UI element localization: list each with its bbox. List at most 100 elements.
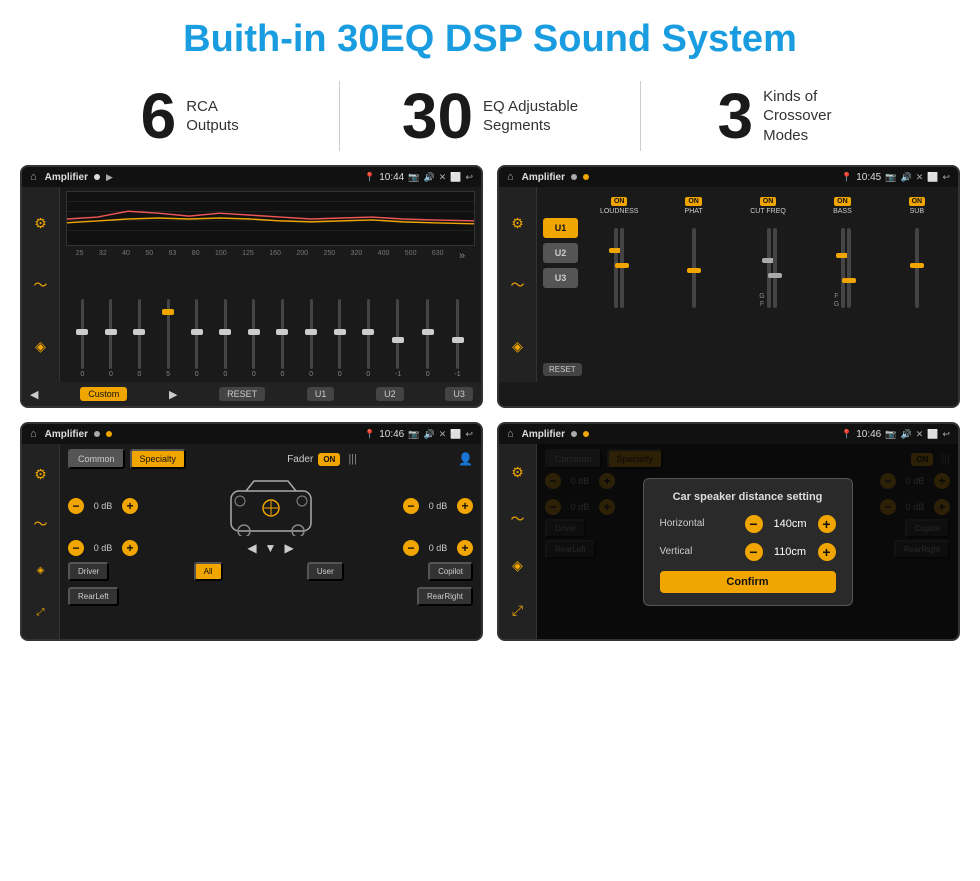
btn-rearright[interactable]: RearRight (417, 587, 473, 606)
user-icon[interactable]: 👤 (458, 452, 473, 466)
group-sub: ON SUB (882, 197, 952, 376)
vertical-minus[interactable]: − (745, 543, 763, 561)
slider-val-13: 0 (426, 371, 430, 378)
close-icon-2: ✕ (916, 172, 924, 183)
rl-plus[interactable]: + (122, 540, 138, 556)
freq-500: 500 (405, 250, 417, 262)
prev-icon[interactable]: ◀ (30, 388, 38, 401)
eq-slider-6[interactable]: 0 (223, 288, 227, 378)
dist-wave-icon[interactable]: 〜 (511, 509, 525, 529)
eq-slider-8[interactable]: 0 (281, 288, 285, 378)
slider-cutfreq-2[interactable] (773, 228, 777, 308)
btn-u3[interactable]: U3 (445, 387, 473, 401)
slider-loudness-2[interactable] (620, 228, 624, 308)
volume-icon-2: 🔊 (900, 172, 911, 183)
home-icon-3[interactable]: ⌂ (30, 428, 37, 440)
eq-slider-1[interactable]: 0 (80, 288, 84, 378)
btn-reset-cross[interactable]: RESET (543, 363, 582, 376)
rr-plus[interactable]: + (457, 540, 473, 556)
confirm-button[interactable]: Confirm (660, 571, 836, 593)
fl-plus[interactable]: + (122, 498, 138, 514)
group-phat: ON PHAT (658, 197, 728, 376)
eq-slider-5[interactable]: 0 (195, 288, 199, 378)
eq-slider-3[interactable]: 0 (138, 288, 142, 378)
fr-minus[interactable]: − (403, 498, 419, 514)
btn-rearleft[interactable]: RearLeft (68, 587, 119, 606)
eq-slider-10[interactable]: 0 (338, 288, 342, 378)
cross-speaker-icon[interactable]: ◈ (512, 338, 523, 355)
btn-u2[interactable]: U2 (376, 387, 404, 401)
slider-bass-2[interactable] (847, 228, 851, 308)
status-dot-3a (94, 431, 100, 437)
fader-on-toggle[interactable]: ON (318, 453, 340, 466)
rr-minus[interactable]: − (403, 540, 419, 556)
slider-cutfreq-1[interactable] (767, 228, 771, 308)
rl-minus[interactable]: − (68, 540, 84, 556)
fr-val: 0 dB (423, 501, 453, 511)
home-icon-2[interactable]: ⌂ (507, 171, 514, 183)
home-icon-4[interactable]: ⌂ (507, 428, 514, 440)
modal-title: Car speaker distance setting (660, 491, 836, 503)
eq-slider-9[interactable]: 0 (309, 288, 313, 378)
fader-speaker-icon[interactable]: ◈ (37, 565, 45, 576)
btn-reset[interactable]: RESET (219, 387, 265, 401)
home-icon-1[interactable]: ⌂ (30, 171, 37, 183)
label-bass: BASS (833, 208, 852, 215)
expand-icon[interactable]: » (459, 250, 465, 262)
eq-slider-11[interactable]: 0 (366, 288, 370, 378)
horizontal-minus[interactable]: − (745, 515, 763, 533)
left-arrow[interactable]: ◀ (247, 541, 256, 555)
btn-u2-cross[interactable]: U2 (543, 243, 578, 263)
on-bass: ON (834, 197, 851, 206)
dist-speaker-icon[interactable]: ◈ (512, 557, 523, 574)
fl-minus[interactable]: − (68, 498, 84, 514)
eq-speaker-icon[interactable]: ◈ (35, 338, 46, 355)
tab-specialty[interactable]: Specialty (130, 449, 187, 469)
channel-row-1: − 0 dB + (68, 476, 473, 536)
slider-sub[interactable] (915, 228, 919, 308)
horizontal-plus[interactable]: + (818, 515, 836, 533)
fader-wave-icon[interactable]: 〜 (34, 514, 48, 534)
dist-filter-icon[interactable]: ⚙ (511, 464, 524, 481)
eq-filter-icon[interactable]: ⚙ (34, 215, 47, 232)
slider-bass-1[interactable] (841, 228, 845, 308)
eq-slider-2[interactable]: 0 (109, 288, 113, 378)
gps-icon-1: 📍 (364, 172, 375, 183)
btn-u1-cross[interactable]: U1 (543, 218, 578, 238)
freq-320: 320 (351, 250, 363, 262)
fader-main: Common Specialty Fader ON ||| 👤 − 0 dB + (60, 444, 481, 639)
eq-slider-12[interactable]: -1 (395, 288, 401, 378)
btn-user[interactable]: User (307, 562, 344, 581)
cross-wave-icon[interactable]: 〜 (511, 275, 525, 295)
eq-slider-13[interactable]: 0 (426, 288, 430, 378)
fr-plus[interactable]: + (457, 498, 473, 514)
status-dot-2 (571, 174, 577, 180)
tab-common[interactable]: Common (68, 449, 125, 469)
right-arrow[interactable]: ▶ (284, 541, 293, 555)
status-bar-3: ⌂ Amplifier 📍 10:46 📷 🔊 ✕ ⬜ ↩ (22, 424, 481, 444)
fader-filter-icon[interactable]: ⚙ (34, 466, 47, 483)
btn-u1[interactable]: U1 (307, 387, 335, 401)
u-buttons-col: U1 U2 U3 RESET (543, 193, 578, 376)
slider-phat[interactable] (692, 228, 696, 308)
eq-wave-icon[interactable]: 〜 (34, 275, 48, 295)
dist-expand-icon[interactable]: ⤢ (512, 602, 523, 619)
eq-slider-4[interactable]: 5 (166, 288, 170, 378)
fader-expand-icon[interactable]: ⤢ (37, 607, 45, 618)
btn-custom[interactable]: Custom (80, 387, 127, 401)
eq-slider-14[interactable]: -1 (454, 288, 460, 378)
label-sub: SUB (910, 208, 924, 215)
btn-driver[interactable]: Driver (68, 562, 109, 581)
next-icon[interactable]: ▶ (169, 388, 177, 401)
slider-track-6 (224, 299, 227, 369)
btn-u3-cross[interactable]: U3 (543, 268, 578, 288)
eq-slider-7[interactable]: 0 (252, 288, 256, 378)
vertical-plus[interactable]: + (818, 543, 836, 561)
cross-filter-icon[interactable]: ⚙ (511, 215, 524, 232)
btn-all[interactable]: All (194, 562, 223, 581)
back-icon-2: ↩ (942, 172, 950, 183)
status-dot-1 (94, 174, 100, 180)
slider-loudness-1[interactable] (614, 228, 618, 308)
btn-copilot[interactable]: Copilot (428, 562, 473, 581)
down-arrow[interactable]: ▼ (265, 541, 277, 555)
